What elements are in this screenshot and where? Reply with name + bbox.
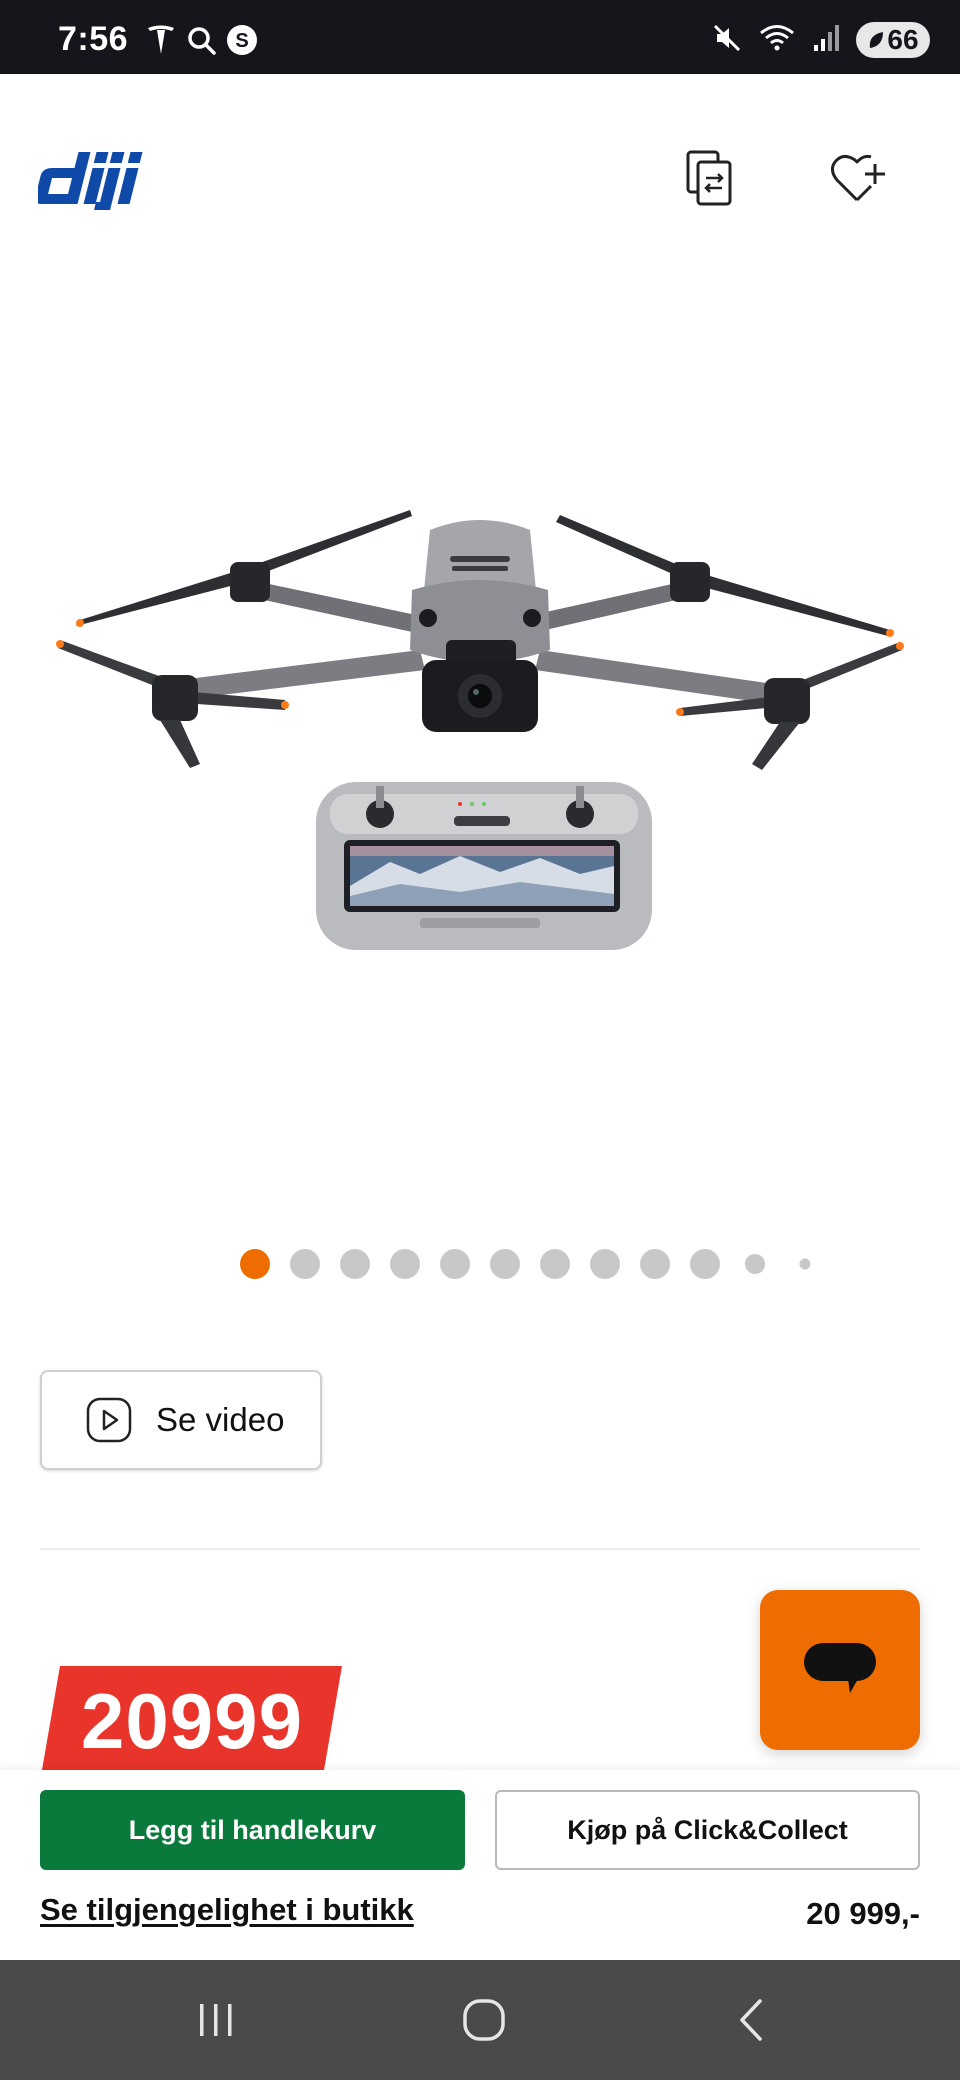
dji-logo[interactable]	[35, 146, 178, 217]
wifi-icon	[758, 23, 796, 58]
carousel-dot[interactable]	[640, 1249, 670, 1279]
click-collect-button[interactable]: Kjøp på Click&Collect	[495, 1790, 920, 1870]
price-badge: 20999	[42, 1666, 342, 1770]
carousel-dot[interactable]	[590, 1249, 620, 1279]
carousel-dots	[0, 1248, 960, 1280]
status-right-icons: 66	[712, 20, 930, 60]
video-button-label: Se video	[156, 1401, 285, 1438]
search-icon	[186, 25, 216, 60]
battery-indicator: 66	[856, 22, 930, 58]
status-left-icons: S	[146, 24, 258, 60]
add-to-cart-button[interactable]: Legg til handlekurv	[40, 1790, 465, 1870]
svg-text:S: S	[235, 30, 248, 52]
s-app-icon: S	[226, 24, 258, 61]
purchase-bar: Legg til handlekurv Kjøp på Click&Collec…	[0, 1770, 960, 1960]
video-button[interactable]: Se video	[40, 1370, 322, 1470]
status-time: 7:56	[58, 20, 129, 58]
chat-icon	[804, 1643, 876, 1693]
divider	[40, 1548, 920, 1550]
carousel-dot[interactable]	[490, 1249, 520, 1279]
mute-icon	[712, 23, 742, 58]
product-image[interactable]	[40, 470, 920, 990]
recent-apps-button[interactable]	[184, 1988, 248, 2052]
compare-icon	[686, 150, 732, 206]
recent-apps-icon	[200, 2004, 232, 2036]
back-button[interactable]	[720, 1988, 784, 2052]
carousel-dot[interactable]	[540, 1249, 570, 1279]
tesla-icon	[146, 24, 176, 61]
bar-price: 20 999,-	[806, 1896, 920, 1931]
signal-icon	[812, 23, 840, 58]
home-button[interactable]	[452, 1988, 516, 2052]
price-value: 20999	[81, 1676, 303, 1765]
system-nav-bar	[0, 1960, 960, 2080]
compare-button[interactable]	[674, 142, 746, 214]
store-availability-link[interactable]: Se tilgjengelighet i butikk	[40, 1892, 414, 1928]
carousel-dot[interactable]	[240, 1249, 270, 1279]
wishlist-button[interactable]	[824, 142, 896, 214]
home-icon	[463, 1999, 505, 2041]
carousel-dot[interactable]	[290, 1249, 320, 1279]
carousel-dot[interactable]	[745, 1254, 765, 1274]
leaf-icon	[870, 32, 884, 48]
carousel-dot[interactable]	[390, 1249, 420, 1279]
chat-button[interactable]	[760, 1590, 920, 1750]
back-icon	[740, 1999, 762, 2041]
carousel-dot[interactable]	[690, 1249, 720, 1279]
status-bar: 7:56 S 66	[0, 0, 960, 74]
header	[0, 74, 960, 284]
carousel-dot[interactable]	[340, 1249, 370, 1279]
carousel-dot[interactable]	[799, 1258, 811, 1270]
battery-level: 66	[887, 24, 919, 55]
heart-plus-icon	[830, 154, 885, 202]
carousel-dot[interactable]	[440, 1249, 470, 1279]
play-icon	[86, 1397, 132, 1443]
